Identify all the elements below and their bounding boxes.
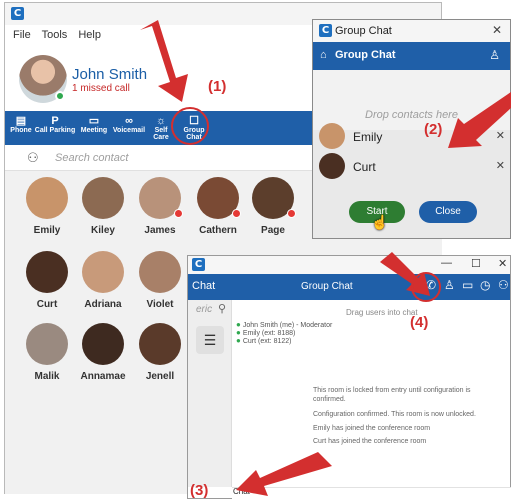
annotation-label-4: (4) bbox=[410, 314, 429, 331]
annotation-overlay bbox=[140, 20, 511, 496]
annotation-label-2: (2) bbox=[424, 121, 443, 138]
annotation-label-1: (1) bbox=[208, 78, 227, 95]
annotation-arrow-1 bbox=[140, 20, 188, 102]
annotation-circle-group-chat bbox=[171, 107, 209, 145]
annotation-arrow-2 bbox=[448, 92, 511, 148]
annotation-arrow-3 bbox=[236, 452, 332, 496]
annotation-label-3: (3) bbox=[190, 482, 209, 499]
